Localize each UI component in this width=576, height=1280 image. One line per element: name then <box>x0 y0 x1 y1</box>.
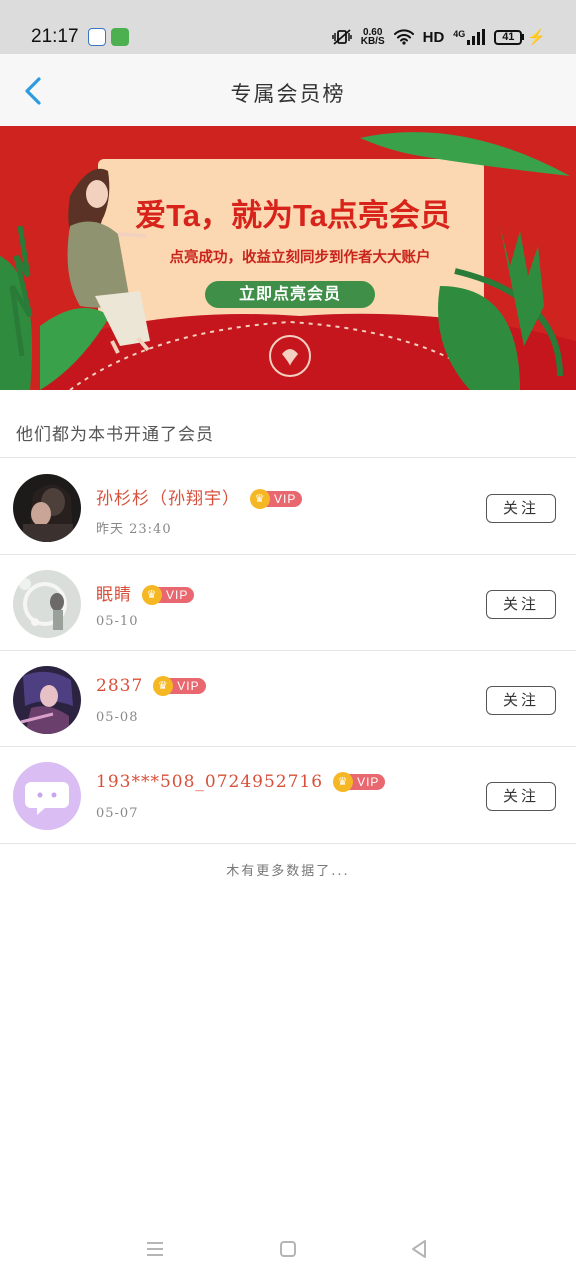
follow-button[interactable]: 关注 <box>486 494 556 523</box>
vibrate-mute-icon <box>331 29 352 45</box>
activate-membership-button[interactable]: 立即点亮会员 <box>205 281 375 308</box>
member-row[interactable]: 2837 ♛ VIP 05-08 关注 <box>0 650 576 746</box>
status-indicators: 0.60 KB/S HD 4G 41 ⚡ <box>331 24 546 50</box>
status-bar: 21:17 0.60 KB/S HD 4G 41 ⚡ <box>0 0 576 54</box>
member-name-text: 孙杉杉（孙翔宇） <box>96 489 240 509</box>
member-row[interactable]: 眠睛 ♛ VIP 05-10 关注 <box>0 554 576 650</box>
membership-banner[interactable]: 爱Ta，就为Ta点亮会员 点亮成功，收益立刻同步到作者大大账户 立即点亮会员 <box>0 126 576 390</box>
signal-bars-icon <box>467 29 486 45</box>
network-type-label: 4G <box>453 29 466 39</box>
member-name[interactable]: 眠睛 ♛ VIP <box>96 580 195 605</box>
hd-label: HD <box>422 28 445 46</box>
vip-badge: ♛ VIP <box>333 771 386 792</box>
member-time: 05-10 <box>96 614 139 629</box>
vip-label: VIP <box>167 677 206 694</box>
member-time: 昨天 23:40 <box>96 522 172 537</box>
home-square-icon <box>280 1241 296 1257</box>
wechat-notification-icon <box>111 28 129 46</box>
battery-cap <box>522 34 525 40</box>
cellular-signal-icon: 4G <box>453 29 486 45</box>
crown-icon: ♛ <box>333 771 354 792</box>
app-notification-icon <box>88 28 106 46</box>
member-name[interactable]: 193***508_0724952716 ♛ VIP <box>96 771 386 792</box>
network-speed: 0.60 KB/S <box>360 28 385 47</box>
follow-button[interactable]: 关注 <box>486 590 556 619</box>
member-row[interactable]: 孙杉杉（孙翔宇） ♛ VIP 昨天 23:40 关注 <box>0 458 576 554</box>
divider <box>0 843 576 844</box>
back-triangle-icon <box>412 1240 426 1258</box>
member-name-text: 193***508_0724952716 <box>96 772 324 792</box>
vip-badge: ♛ VIP <box>153 675 206 696</box>
menu-icon <box>147 1242 163 1256</box>
section-label: 他们都为本书开通了会员 <box>16 425 214 445</box>
crown-icon: ♛ <box>250 488 270 509</box>
crown-icon: ♛ <box>142 584 162 605</box>
member-name-text: 2837 <box>96 676 144 696</box>
member-name[interactable]: 2837 ♛ VIP <box>96 675 206 696</box>
follow-button[interactable]: 关注 <box>486 686 556 715</box>
menu-button[interactable] <box>140 1234 170 1264</box>
crown-icon: ♛ <box>153 675 174 696</box>
home-button[interactable] <box>273 1234 303 1264</box>
app-header: 专属会员榜 <box>0 54 576 126</box>
avatar[interactable] <box>13 666 81 734</box>
banner-headline: 爱Ta，就为Ta点亮会员 <box>135 198 451 233</box>
system-nav-bar <box>0 1220 576 1280</box>
avatar[interactable] <box>13 762 81 830</box>
network-speed-unit: KB/S <box>360 36 385 47</box>
wifi-icon <box>393 29 414 45</box>
member-name[interactable]: 孙杉杉（孙翔宇） ♛ VIP <box>96 484 303 509</box>
back-nav-button[interactable] <box>404 1234 434 1264</box>
no-more-data-text: 木有更多数据了... <box>226 864 350 879</box>
member-time: 05-07 <box>96 806 139 821</box>
charging-bolt-icon: ⚡ <box>527 29 546 46</box>
battery-level: 41 <box>494 29 523 45</box>
banner-subtext: 点亮成功，收益立刻同步到作者大大账户 <box>169 250 431 266</box>
avatar[interactable] <box>13 570 81 638</box>
status-time: 21:17 <box>31 26 79 47</box>
member-row[interactable]: 193***508_0724952716 ♛ VIP 05-07 关注 <box>0 746 576 842</box>
battery-icon: 41 ⚡ <box>494 28 546 46</box>
member-name-text: 眠睛 <box>96 585 132 605</box>
avatar[interactable] <box>13 474 81 542</box>
vip-badge: ♛ VIP <box>142 584 195 605</box>
page-title: 专属会员榜 <box>230 82 346 106</box>
activate-membership-label: 立即点亮会员 <box>238 286 341 303</box>
member-time: 05-08 <box>96 710 139 725</box>
vip-badge: ♛ VIP <box>250 488 303 509</box>
follow-button[interactable]: 关注 <box>486 782 556 811</box>
